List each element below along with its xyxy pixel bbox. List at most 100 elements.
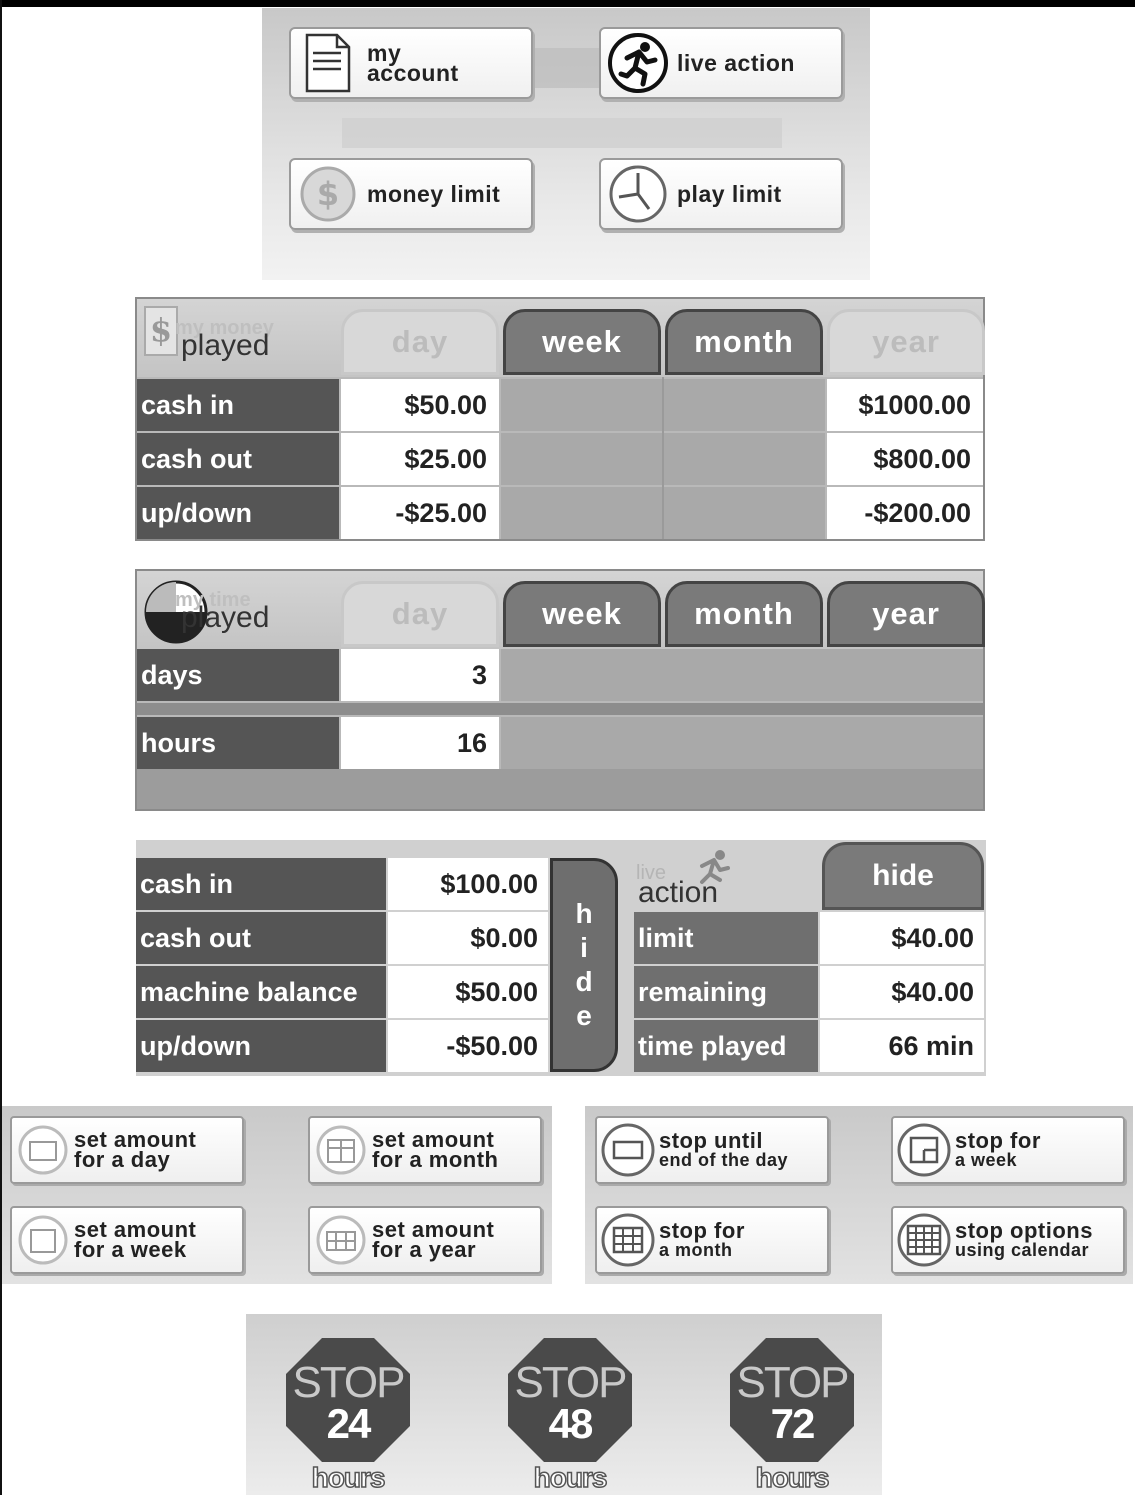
stop-number: 72 (770, 1400, 816, 1447)
live-label-limit: limit (634, 912, 818, 964)
stop-unit: hours (533, 1461, 608, 1494)
set-amount-year-button[interactable]: set amount for a year (308, 1206, 542, 1274)
live-action-panel: cash in $100.00 cash out $0.00 machine b… (136, 840, 986, 1076)
row-label-up-down: up/down (137, 487, 339, 539)
live-action-label: live action (677, 50, 795, 76)
live-label-cash-in: cash in (136, 858, 386, 910)
cash-in-day-value: $50.00 (341, 379, 499, 431)
time-played-table: my time played day week month year days … (135, 569, 985, 811)
calendar-icon (12, 1209, 74, 1271)
set-amount-day-button[interactable]: set amount for a day (10, 1116, 244, 1184)
week-month-year-blank (501, 649, 983, 701)
tab-week[interactable]: week (503, 581, 661, 647)
column-divider (662, 377, 664, 539)
stop-48-hours-button[interactable]: STOP 48 hours (506, 1336, 634, 1494)
document-icon (295, 30, 361, 96)
hide-letter: h (575, 898, 593, 929)
calendar-icon (893, 1119, 955, 1181)
svg-text:$: $ (150, 311, 172, 349)
money-limit-button[interactable]: $ money limit (289, 158, 533, 230)
stop-for-month-button[interactable]: stop for a month (595, 1206, 829, 1274)
tab-day[interactable]: day (341, 581, 499, 647)
stop-72-hours-button[interactable]: STOP 72 hours (728, 1336, 856, 1494)
hide-button[interactable]: hide (822, 842, 984, 910)
my-account-button[interactable]: my account (289, 27, 533, 99)
tab-month[interactable]: month (665, 581, 823, 647)
live-value-cash-out: $0.00 (388, 912, 548, 964)
up-down-day-value: -$25.00 (341, 487, 499, 539)
play-limit-button[interactable]: play limit (599, 158, 843, 230)
calendar-icon (597, 1209, 659, 1271)
live-value-time-played: 66 min (820, 1020, 984, 1072)
dollar-icon: $ (144, 306, 178, 356)
stop-24-hours-button[interactable]: STOP 24 hours (284, 1336, 412, 1494)
hide-letter: d (575, 966, 593, 997)
live-label-up-down: up/down (136, 1020, 386, 1072)
cash-out-year-value: $800.00 (827, 433, 983, 485)
hide-letter: i (580, 932, 588, 963)
play-limit-options-panel: stop until end of the day stop for a week … (585, 1106, 1133, 1284)
top-border (0, 0, 1135, 7)
money-played-table: $ my money played day week month year ca… (135, 297, 985, 541)
play-limit-label: play limit (677, 181, 782, 207)
days-day-value: 3 (341, 649, 499, 701)
live-value-machine-balance: $50.00 (388, 966, 548, 1018)
stop-for-week-button[interactable]: stop for a week (891, 1116, 1125, 1184)
stop-unit: hours (311, 1461, 386, 1494)
row-label-cash-in: cash in (137, 379, 339, 431)
money-limit-icon: $ (295, 161, 361, 227)
hide-vertical-button[interactable]: h i d e (550, 858, 618, 1072)
live-title-big: action (638, 876, 719, 909)
option-line2: for a month (372, 1147, 499, 1172)
live-value-up-down: -$50.00 (388, 1020, 548, 1072)
live-label-machine-balance: machine balance (136, 966, 386, 1018)
row-separator (137, 703, 983, 715)
tab-day[interactable]: day (341, 309, 499, 375)
week-month-year-blank (501, 717, 983, 769)
money-played-title: $ my money played (139, 299, 339, 377)
money-limit-options-panel: set amount for a day set amount for a mont… (2, 1106, 552, 1284)
option-line1: stop for (659, 1218, 745, 1243)
table-footer (137, 769, 983, 809)
option-line2: a week (955, 1150, 1018, 1170)
set-amount-month-button[interactable]: set amount for a month (308, 1116, 542, 1184)
hours-day-value: 16 (341, 717, 499, 769)
tab-year[interactable]: year (827, 581, 985, 647)
stop-until-end-of-day-button[interactable]: stop until end of the day (595, 1116, 829, 1184)
option-line1: stop options (955, 1218, 1093, 1243)
hide-letter: e (576, 1000, 592, 1031)
tab-month[interactable]: month (665, 309, 823, 375)
set-amount-week-button[interactable]: set amount for a week (10, 1206, 244, 1274)
live-action-button[interactable]: live action (599, 27, 843, 99)
stop-unit: hours (755, 1461, 830, 1494)
calendar-icon (893, 1209, 955, 1271)
clock-icon (605, 161, 671, 227)
stop-options-calendar-button[interactable]: stop options using calendar (891, 1206, 1125, 1274)
live-value-remaining: $40.00 (820, 966, 984, 1018)
running-man-icon (605, 30, 671, 96)
row-label-hours: hours (137, 717, 339, 769)
tab-week[interactable]: week (503, 309, 661, 375)
row-label-cash-out: cash out (137, 433, 339, 485)
calendar-icon (12, 1119, 74, 1181)
cash-in-year-value: $1000.00 (827, 379, 983, 431)
option-line2: a month (659, 1240, 733, 1260)
live-label-remaining: remaining (634, 966, 818, 1018)
live-label-time-played: time played (634, 1020, 818, 1072)
title-big-text: played (181, 601, 270, 634)
up-down-year-value: -$200.00 (827, 487, 983, 539)
calendar-icon (597, 1119, 659, 1181)
option-line2: using calendar (955, 1240, 1090, 1260)
stop-number: 48 (548, 1400, 594, 1447)
stop-number: 24 (326, 1400, 372, 1447)
tab-year[interactable]: year (827, 309, 985, 375)
option-line2: for a week (74, 1237, 187, 1262)
option-line2: for a day (74, 1147, 171, 1172)
row-label-days: days (137, 649, 339, 701)
my-account-label-line2: account (367, 60, 459, 86)
live-value-cash-in: $100.00 (388, 858, 548, 910)
cash-out-day-value: $25.00 (341, 433, 499, 485)
money-limit-label: money limit (367, 181, 501, 207)
option-line2: for a year (372, 1237, 477, 1262)
live-value-limit: $40.00 (820, 912, 984, 964)
